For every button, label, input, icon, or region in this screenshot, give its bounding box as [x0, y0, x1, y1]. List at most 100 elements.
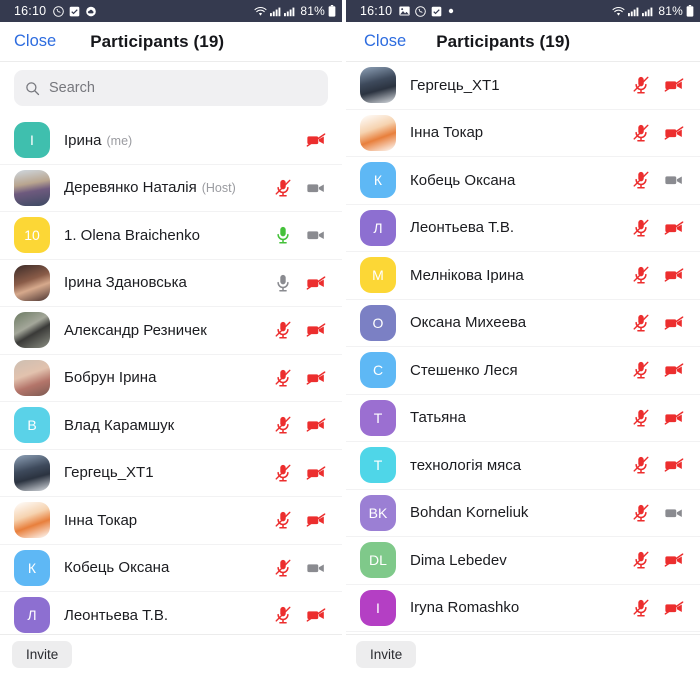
avatar-initials: BK — [368, 504, 388, 521]
microphone-icon[interactable] — [273, 224, 293, 246]
participant-row[interactable]: Л Леонтьева Т.В. — [0, 592, 342, 640]
camera-icon[interactable] — [664, 122, 684, 144]
camera-icon[interactable] — [664, 407, 684, 429]
battery-percent: 81% — [658, 4, 683, 18]
close-button[interactable]: Close — [14, 32, 56, 51]
participant-row[interactable]: Інна Токар — [346, 110, 700, 157]
participant-row[interactable]: Деревянко Наталія (Host) — [0, 165, 342, 212]
participant-row[interactable]: Ірина Здановська — [0, 260, 342, 307]
microphone-icon[interactable] — [273, 414, 293, 436]
camera-icon[interactable] — [306, 129, 326, 151]
participants-list-right[interactable]: Гергець_ХТ1 Інна Токар К Кобець Оксана Л… — [346, 62, 700, 634]
participant-row[interactable]: М Мелнікова Ірина — [346, 252, 700, 300]
avatar-photo — [14, 502, 50, 539]
microphone-icon[interactable] — [631, 122, 651, 144]
camera-icon[interactable] — [306, 319, 326, 341]
camera-icon[interactable] — [664, 502, 684, 524]
camera-icon[interactable] — [306, 177, 326, 199]
camera-icon[interactable] — [664, 264, 684, 286]
avatar: К — [360, 162, 396, 199]
close-button[interactable]: Close — [364, 32, 406, 51]
participant-row[interactable]: Л Леонтьева Т.В. — [346, 205, 700, 252]
signal-icon — [284, 6, 295, 17]
camera-icon[interactable] — [306, 224, 326, 246]
participant-row[interactable]: Інна Токар — [0, 497, 342, 545]
microphone-icon[interactable] — [631, 407, 651, 429]
invite-button[interactable]: Invite — [356, 641, 417, 668]
participant-row[interactable]: Гергець_ХТ1 — [0, 450, 342, 497]
microphone-icon[interactable] — [273, 367, 293, 389]
avatar-initials: К — [27, 559, 37, 576]
participant-row[interactable]: Т технологія мяса — [346, 442, 700, 490]
microphone-icon[interactable] — [631, 597, 651, 619]
microphone-icon[interactable] — [631, 217, 651, 239]
participant-tag: (me) — [106, 133, 133, 148]
battery-icon — [328, 5, 336, 17]
participant-row[interactable]: О Оксана Михеева — [346, 300, 700, 347]
participant-status-icons — [631, 217, 688, 239]
microphone-icon[interactable] — [273, 604, 293, 626]
participants-list-left[interactable]: I Ірина (me) Деревянко Наталія (Host) 10… — [0, 117, 342, 640]
participant-row[interactable]: К Кобець Оксана — [0, 545, 342, 592]
microphone-icon[interactable] — [273, 272, 293, 294]
microphone-icon[interactable] — [273, 557, 293, 579]
participant-row[interactable]: К Кобець Оксана — [346, 157, 700, 205]
search-input[interactable]: Search — [14, 70, 328, 106]
microphone-icon[interactable] — [273, 462, 293, 484]
microphone-icon[interactable] — [273, 509, 293, 531]
participant-row[interactable]: 10 1. Olena Braichenko — [0, 212, 342, 260]
camera-icon[interactable] — [664, 597, 684, 619]
status-left-icons — [53, 5, 97, 17]
camera-icon[interactable] — [664, 217, 684, 239]
camera-icon[interactable] — [664, 169, 684, 191]
avatar — [360, 67, 396, 104]
search-container: Search — [0, 62, 342, 112]
camera-icon[interactable] — [664, 454, 684, 476]
microphone-icon[interactable] — [631, 312, 651, 334]
microphone-icon[interactable] — [631, 169, 651, 191]
participant-row[interactable]: DL Dima Lebedev — [346, 537, 700, 585]
camera-icon[interactable] — [664, 359, 684, 381]
participant-row[interactable]: Бобрун Ірина — [0, 355, 342, 402]
participant-name: Влад Карамшук — [64, 416, 175, 434]
camera-icon[interactable] — [664, 74, 684, 96]
participant-name: Гергець_ХТ1 — [64, 464, 154, 482]
avatar — [14, 359, 50, 396]
participant-name: Стешенко Леся — [410, 361, 518, 379]
microphone-icon[interactable] — [631, 359, 651, 381]
participant-row[interactable]: С Стешенко Леся — [346, 347, 700, 395]
participant-row[interactable]: Т Татьяна — [346, 395, 700, 442]
invite-button[interactable]: Invite — [12, 641, 73, 668]
microphone-icon[interactable] — [631, 264, 651, 286]
avatar: Л — [14, 597, 50, 634]
camera-icon[interactable] — [306, 557, 326, 579]
camera-icon[interactable] — [306, 509, 326, 531]
camera-icon[interactable] — [306, 367, 326, 389]
participant-status-icons — [273, 319, 330, 341]
avatar-initials: Л — [27, 607, 37, 624]
camera-icon[interactable] — [306, 414, 326, 436]
participant-row[interactable]: Александр Резничек — [0, 307, 342, 355]
microphone-icon[interactable] — [273, 177, 293, 199]
microphone-icon[interactable] — [273, 129, 293, 151]
avatar-initials: К — [373, 172, 383, 189]
camera-icon[interactable] — [306, 462, 326, 484]
camera-icon[interactable] — [306, 604, 326, 626]
participant-row[interactable]: I Ірина (me) — [0, 117, 342, 165]
participant-status-icons — [273, 224, 330, 246]
participant-row[interactable]: Гергець_ХТ1 — [346, 62, 700, 110]
camera-icon[interactable] — [664, 549, 684, 571]
avatar: BK — [360, 494, 396, 531]
participant-status-icons — [273, 509, 330, 531]
microphone-icon[interactable] — [273, 319, 293, 341]
participant-row[interactable]: I Iryna Romashko — [346, 585, 700, 632]
microphone-icon[interactable] — [631, 549, 651, 571]
camera-icon[interactable] — [664, 312, 684, 334]
participant-row[interactable]: BK Bohdan Korneliuk — [346, 490, 700, 537]
microphone-icon[interactable] — [631, 74, 651, 96]
microphone-icon[interactable] — [631, 502, 651, 524]
participant-row[interactable]: В Влад Карамшук — [0, 402, 342, 450]
camera-icon[interactable] — [306, 272, 326, 294]
microphone-icon[interactable] — [631, 454, 651, 476]
viber-icon — [53, 5, 65, 17]
